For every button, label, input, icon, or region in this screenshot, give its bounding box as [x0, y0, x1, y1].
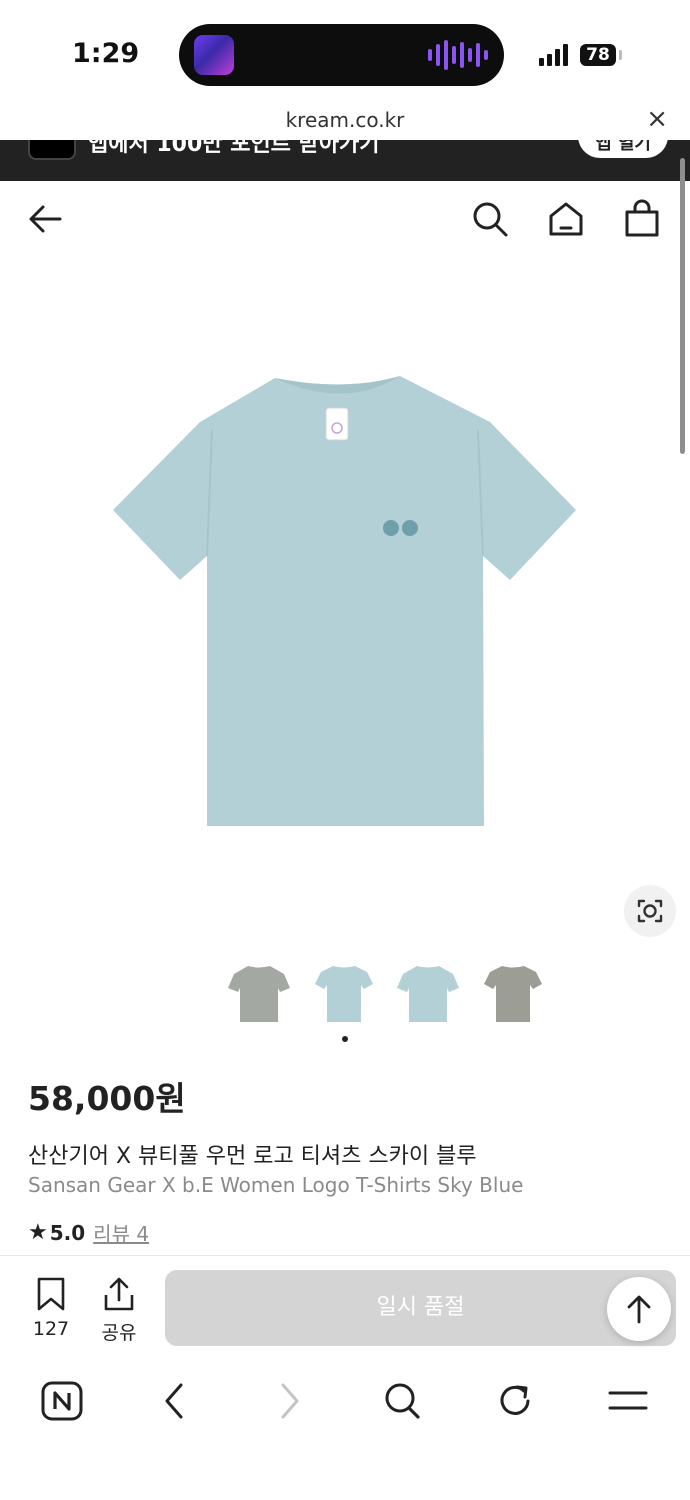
browser-url-bar: kream.co.kr ×	[0, 100, 690, 140]
cellular-signal-icon	[539, 44, 568, 66]
status-bar: 1:29 78	[0, 0, 690, 100]
browser-toolbar	[0, 1359, 690, 1500]
naver-n-icon[interactable]	[40, 1379, 84, 1423]
back-arrow-icon[interactable]	[26, 199, 66, 239]
tshirt-shape	[113, 376, 576, 826]
product-name-korean: 산산기어 X 뷰티풀 우먼 로고 티셔츠 스카이 블루	[28, 1144, 477, 1169]
thumbnail-3[interactable]	[393, 960, 463, 1028]
share-icon	[104, 1277, 134, 1311]
refresh-icon[interactable]	[493, 1379, 537, 1423]
app-install-banner: 앱에서 100만 포인트 받아가기 앱 열기	[0, 140, 690, 181]
wishlist-button[interactable]: 127	[21, 1276, 81, 1340]
audio-wave-icon	[428, 40, 488, 70]
back-icon[interactable]	[153, 1379, 197, 1423]
close-icon[interactable]: ×	[646, 104, 668, 134]
product-rating: ★ 5.0 리뷰 4	[28, 1218, 149, 1247]
share-label: 공유	[101, 1322, 137, 1344]
battery-icon: 78	[580, 44, 616, 66]
product-image	[113, 376, 576, 826]
search-icon[interactable]	[470, 199, 510, 239]
now-playing-artwork	[194, 35, 234, 75]
open-app-button[interactable]: 앱 열기	[578, 140, 668, 158]
review-link[interactable]: 리뷰 4	[93, 1218, 149, 1247]
lens-search-icon[interactable]	[624, 885, 676, 937]
carousel-indicator	[342, 1036, 348, 1042]
dynamic-island	[179, 24, 504, 86]
rating-score: 5.0	[49, 1220, 86, 1245]
forward-icon[interactable]	[267, 1379, 311, 1423]
product-price: 58,000원	[28, 1079, 186, 1118]
scroll-to-top-button[interactable]	[607, 1277, 671, 1341]
app-icon	[28, 140, 76, 160]
search-icon[interactable]	[380, 1379, 424, 1423]
product-name-english: Sansan Gear X b.E Women Logo T-Shirts Sk…	[28, 1173, 524, 1197]
star-icon: ★	[28, 1220, 48, 1245]
thumbnail-4[interactable]	[478, 960, 548, 1028]
wishlist-count: 127	[32, 1318, 70, 1340]
url-text[interactable]: kream.co.kr	[0, 108, 690, 132]
arrow-up-icon	[627, 1295, 651, 1324]
product-thumbnails	[224, 960, 548, 1028]
page-header	[0, 181, 690, 257]
thumbnail-1[interactable]	[224, 960, 294, 1028]
menu-icon[interactable]	[606, 1379, 650, 1423]
share-button[interactable]: 공유	[89, 1276, 149, 1345]
bookmark-icon	[37, 1277, 65, 1311]
shopping-bag-icon[interactable]	[622, 199, 662, 239]
purchase-action-bar: 127 공유 일시 품절	[0, 1255, 690, 1360]
thumbnail-2[interactable]	[309, 960, 379, 1028]
home-icon[interactable]	[546, 199, 586, 239]
sold-out-button[interactable]: 일시 품절	[165, 1270, 676, 1346]
banner-text: 앱에서 100만 포인트 받아가기	[88, 140, 380, 157]
battery-tip	[619, 50, 622, 60]
status-time: 1:29	[72, 38, 140, 69]
